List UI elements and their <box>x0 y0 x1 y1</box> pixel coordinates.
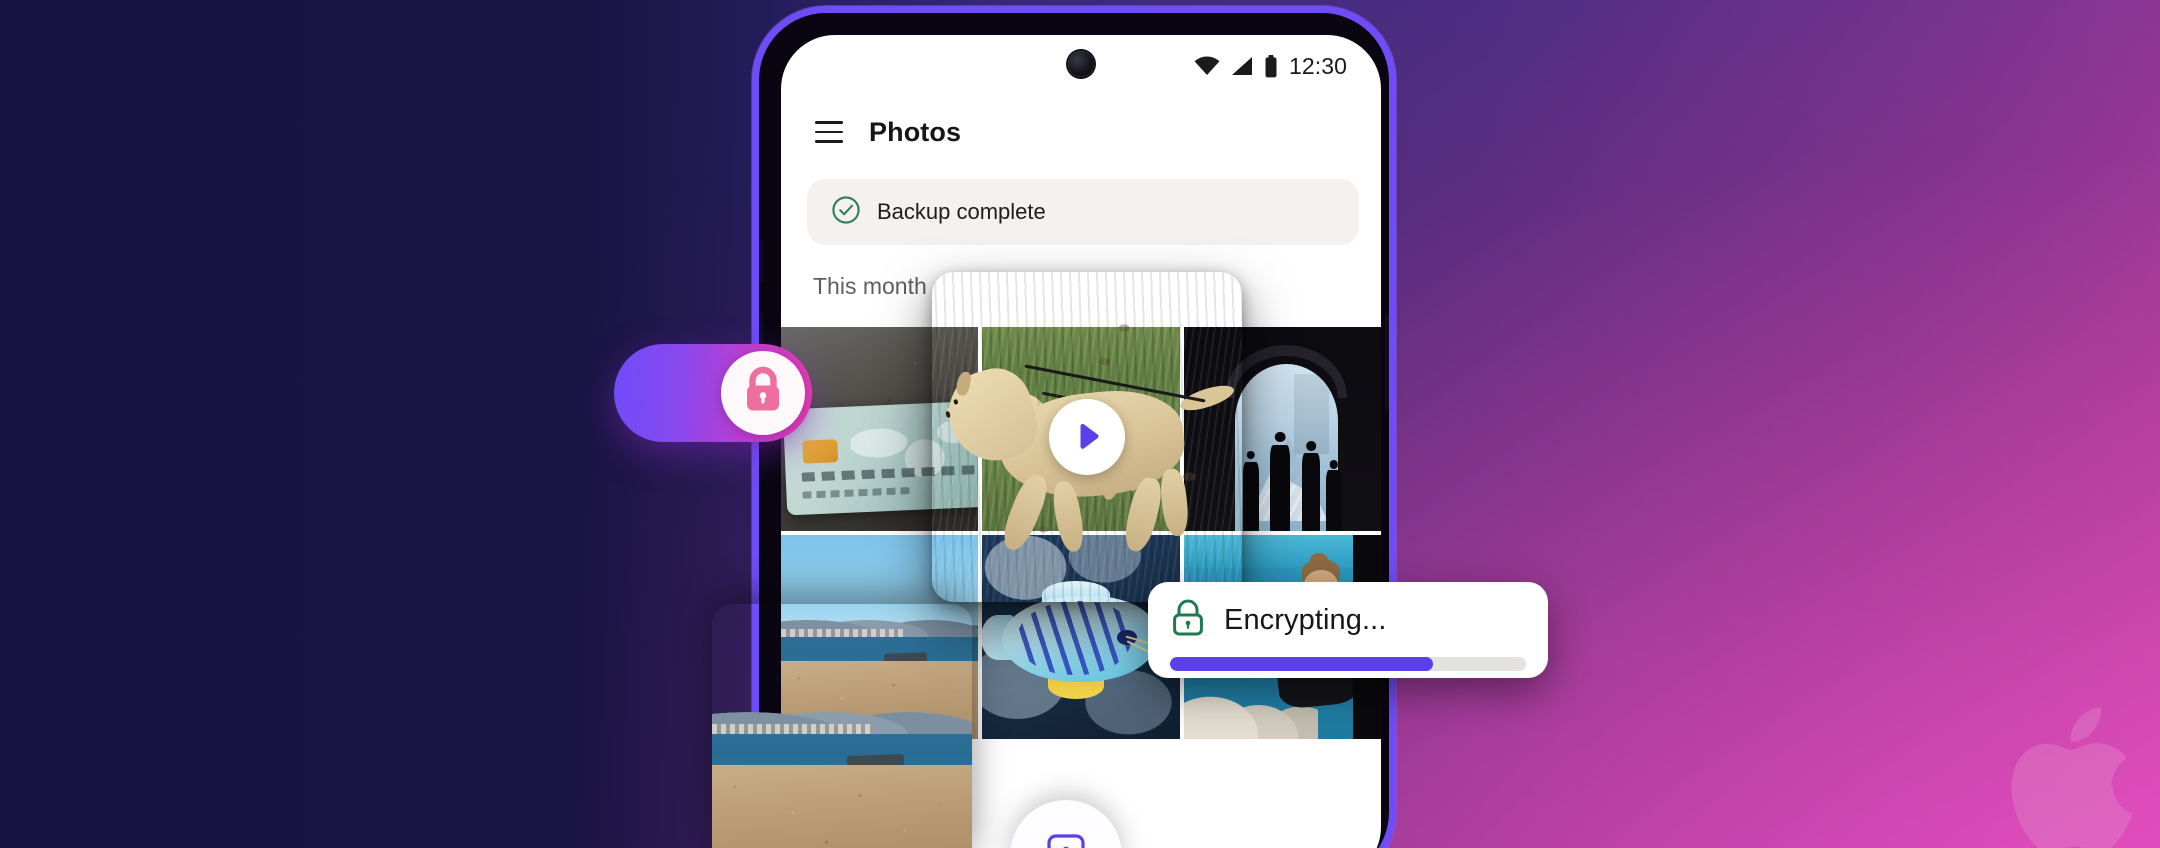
hamburger-menu-icon[interactable] <box>815 121 843 143</box>
power-button[interactable] <box>1385 313 1389 409</box>
encrypting-status-text: Encrypting... <box>1224 604 1387 636</box>
encryption-toggle-knob[interactable] <box>721 351 805 435</box>
encrypting-progress-track <box>1170 657 1526 671</box>
volume-up-button[interactable] <box>759 241 763 283</box>
check-circle-icon <box>831 195 861 230</box>
status-bar: 12:30 <box>781 35 1381 97</box>
wifi-icon <box>1194 56 1220 76</box>
status-bar-clock: 12:30 <box>1288 52 1347 79</box>
encrypting-progress-fill <box>1170 657 1434 671</box>
encryption-toggle[interactable] <box>614 344 812 442</box>
page-title: Photos <box>869 116 962 147</box>
lock-closed-icon <box>740 366 786 421</box>
battery-icon <box>1264 54 1278 78</box>
app-bar: Photos <box>781 97 1381 161</box>
lock-closed-icon <box>1170 598 1206 643</box>
backup-status-text: Backup complete <box>877 199 1046 224</box>
photo-upload-icon <box>1046 830 1086 848</box>
play-icon[interactable] <box>1049 399 1125 475</box>
status-bar-icons: 12:30 <box>1194 53 1347 80</box>
cellular-signal-icon <box>1231 56 1253 76</box>
beach-photo-tile[interactable] <box>712 604 972 848</box>
apple-logo-icon <box>1978 698 2160 848</box>
encrypting-progress-card: Encrypting... <box>1148 582 1548 678</box>
camera-punch-hole-icon <box>1068 51 1094 77</box>
dog-video-tile[interactable] <box>932 272 1242 602</box>
backup-status-banner: Backup complete <box>807 179 1359 245</box>
